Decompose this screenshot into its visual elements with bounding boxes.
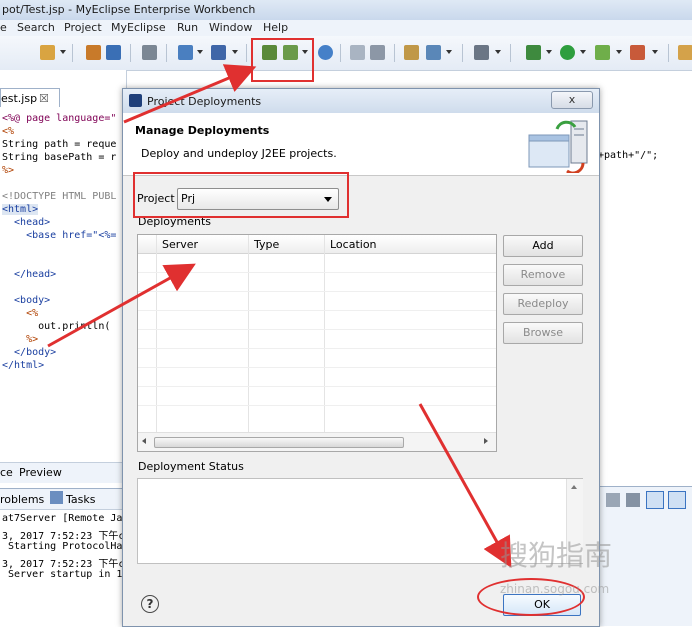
annotation-arrow-to-table bbox=[47, 263, 196, 348]
watermark-logo: 搜狗指南 bbox=[500, 539, 613, 572]
annotation-arrow-to-toolbar bbox=[123, 64, 257, 124]
annotation-arrows bbox=[47, 64, 512, 568]
watermark-url: zhinan.sogou.com bbox=[500, 582, 610, 596]
annotation-arrow-to-ok bbox=[418, 403, 512, 568]
